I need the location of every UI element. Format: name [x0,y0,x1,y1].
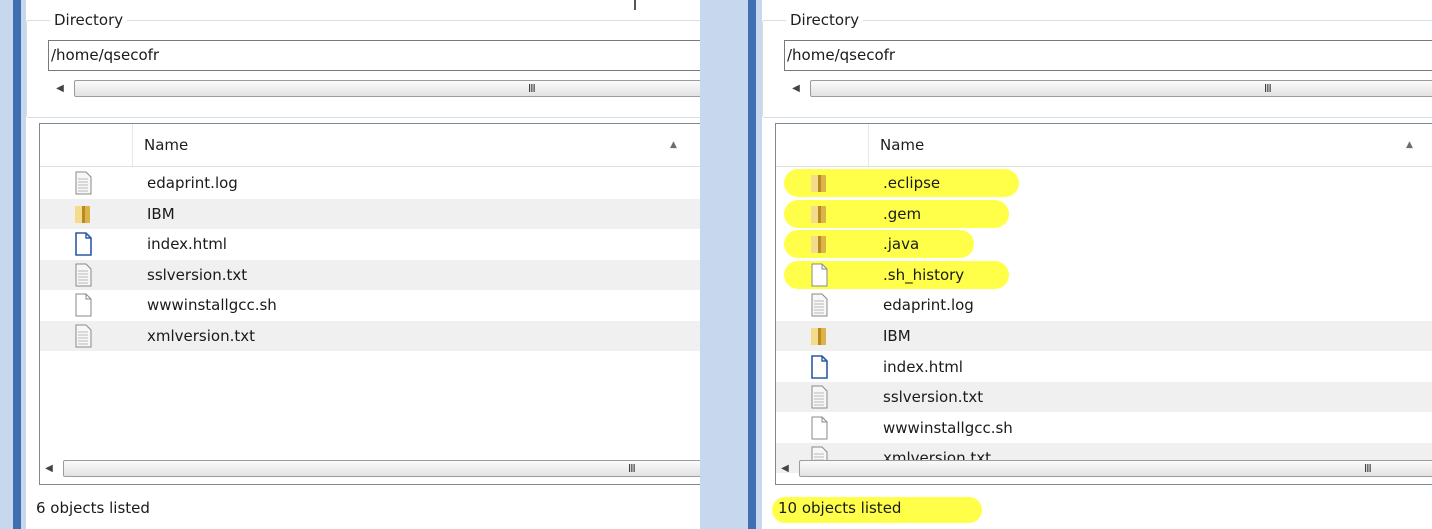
html-file-icon [809,354,829,380]
directory-path-field[interactable]: /home/qsecofr [48,40,700,71]
name-column-header[interactable]: Name [880,136,924,154]
file-name: .gem [883,204,922,223]
scrollbar-grip-icon: III [1264,82,1272,95]
list-item[interactable]: sslversion.txt [776,382,1432,413]
list-item[interactable]: index.html [776,352,1432,382]
list-item[interactable]: .java [776,229,1432,259]
list-item[interactable]: index.html [40,229,700,259]
directory-path-field[interactable]: /home/qsecofr [784,40,1432,71]
file-name: edaprint.log [147,174,238,192]
folder-icon [809,201,829,227]
file-name: wwwinstallgcc.sh [147,296,277,315]
file-name: index.html [147,235,227,254]
list-horizontal-scrollbar[interactable]: ◀ III [39,459,700,479]
list-item[interactable]: .gem [776,199,1432,229]
list-item[interactable]: edaprint.log [776,290,1432,320]
list-header: Name ▲ [776,124,1432,167]
left-window-edge [13,0,21,529]
right-file-panel: Directory /home/qsecofr ◀ III Name ▲ .ec… [762,0,1432,529]
scrollbar-thumb[interactable]: III [810,80,1432,97]
folder-icon [809,170,829,196]
panel-divider-tick [634,0,636,10]
text-file-icon [73,323,93,349]
file-name: IBM [883,327,911,345]
list-item[interactable]: .eclipse [776,168,1432,198]
scroll-left-arrow-icon[interactable]: ◀ [775,459,795,479]
scroll-left-arrow-icon[interactable]: ◀ [786,79,806,99]
left-file-panel: Directory /home/qsecofr ◀ III Name ▲ eda… [26,0,700,529]
text-file-icon [809,292,829,318]
html-file-icon [73,231,93,257]
text-file-icon [73,262,93,288]
sort-ascending-icon: ▲ [1406,140,1413,150]
list-item[interactable]: sslversion.txt [40,259,700,290]
list-item[interactable]: IBM [40,198,700,229]
list-item[interactable]: .sh_history [776,260,1432,290]
file-list[interactable]: Name ▲ .eclipse .gem .java .sh_historyedapr… [775,123,1432,485]
scrollbar-thumb[interactable]: III [63,460,700,477]
blank-file-icon [73,292,93,318]
sort-ascending-icon: ▲ [670,140,677,150]
list-item[interactable]: xmlversion.txt [40,321,700,351]
file-name: .sh_history [883,265,965,284]
name-column-header[interactable]: Name [144,136,188,154]
directory-label: Directory [786,10,864,30]
file-name: sslversion.txt [147,265,248,284]
scrollbar-thumb[interactable]: III [799,460,1432,477]
file-name: xmlversion.txt [147,327,256,345]
list-item[interactable]: edaprint.log [40,168,700,198]
file-name: index.html [883,357,963,376]
file-name: sslversion.txt [883,388,984,407]
file-name: .java [883,235,920,254]
directory-horizontal-scrollbar[interactable]: ◀ III [50,79,700,99]
list-item[interactable]: wwwinstallgcc.sh [40,290,700,320]
text-file-icon [809,384,829,410]
list-horizontal-scrollbar[interactable]: ◀ III [775,459,1432,479]
file-name: wwwinstallgcc.sh [883,418,1013,437]
status-objects-listed: 6 objects listed [36,499,150,517]
folder-icon [73,201,93,227]
folder-icon [809,231,829,257]
scroll-left-arrow-icon[interactable]: ◀ [39,459,59,479]
right-window-edge [748,0,756,529]
scrollbar-thumb[interactable]: III [74,80,700,97]
scroll-left-arrow-icon[interactable]: ◀ [50,79,70,99]
directory-label: Directory [50,10,128,30]
scrollbar-grip-icon: III [628,462,636,475]
list-header: Name ▲ [40,124,700,167]
directory-horizontal-scrollbar[interactable]: ◀ III [786,79,1432,99]
file-list[interactable]: Name ▲ edaprint.log IBM index.html sslversi… [39,123,700,485]
scrollbar-grip-icon: III [528,82,536,95]
file-name: IBM [147,204,175,223]
folder-icon [809,323,829,349]
text-file-icon [73,170,93,196]
list-item[interactable]: IBM [776,321,1432,351]
file-name: edaprint.log [883,296,974,315]
scrollbar-grip-icon: III [1364,462,1372,475]
column-separator [132,124,133,166]
blank-file-icon [809,262,829,288]
file-name: .eclipse [883,174,941,192]
status-objects-listed: 10 objects listed [778,499,902,517]
column-separator [868,124,869,166]
blank-file-icon [809,415,829,441]
list-item[interactable]: wwwinstallgcc.sh [776,413,1432,443]
